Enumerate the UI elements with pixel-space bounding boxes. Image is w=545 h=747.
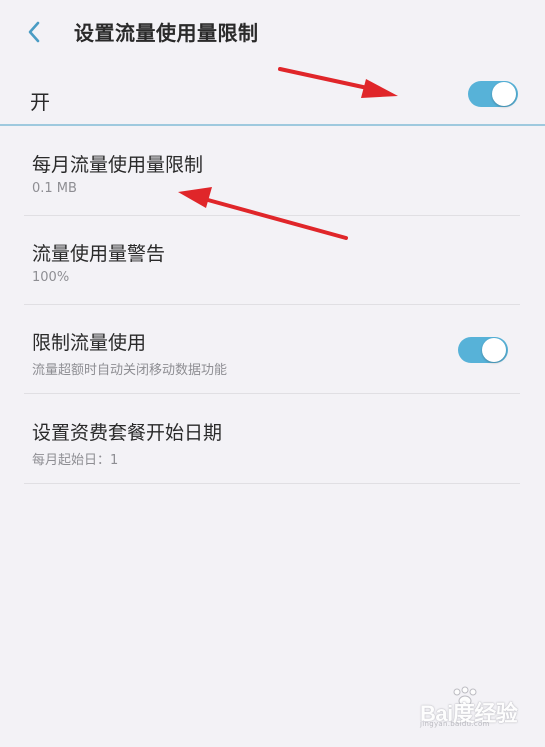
title-bar: 设置流量使用量限制 — [0, 0, 545, 62]
setting-value: 0.1 MB — [32, 181, 77, 196]
setting-row-usage-warning[interactable]: 流量使用量警告 100% — [0, 217, 545, 305]
setting-value: 每月起始日：1 — [32, 453, 119, 468]
setting-value: 100% — [32, 270, 70, 285]
toggle-knob — [482, 338, 506, 362]
setting-title: 限制流量使用 — [32, 332, 147, 354]
watermark-url: jingyan.baidu.com — [420, 720, 490, 728]
setting-title: 设置资费套餐开始日期 — [32, 422, 223, 444]
master-switch-label: 开 — [30, 90, 50, 114]
row-divider — [24, 393, 520, 394]
row-divider — [24, 483, 520, 484]
setting-title: 流量使用量警告 — [32, 243, 166, 265]
setting-description: 流量超额时自动关闭移动数据功能 — [32, 363, 228, 378]
back-button[interactable] — [22, 18, 52, 46]
header-divider — [0, 124, 545, 126]
setting-title: 每月流量使用量限制 — [32, 154, 204, 176]
chevron-left-icon — [28, 21, 40, 43]
setting-row-restrict-usage[interactable]: 限制流量使用 流量超额时自动关闭移动数据功能 — [0, 306, 545, 394]
restrict-usage-toggle[interactable] — [458, 337, 508, 363]
toggle-knob — [492, 82, 516, 106]
baidu-jingyan-watermark: Bai度经验 jingyan.baidu.com — [418, 686, 528, 730]
row-divider — [24, 304, 520, 305]
master-switch-row[interactable]: 开 — [0, 64, 545, 124]
page-title: 设置流量使用量限制 — [74, 21, 259, 45]
row-divider — [24, 215, 520, 216]
setting-row-monthly-limit[interactable]: 每月流量使用量限制 0.1 MB — [0, 128, 545, 216]
master-toggle-switch[interactable] — [468, 81, 518, 107]
setting-row-plan-start-date[interactable]: 设置资费套餐开始日期 每月起始日：1 — [0, 396, 545, 484]
